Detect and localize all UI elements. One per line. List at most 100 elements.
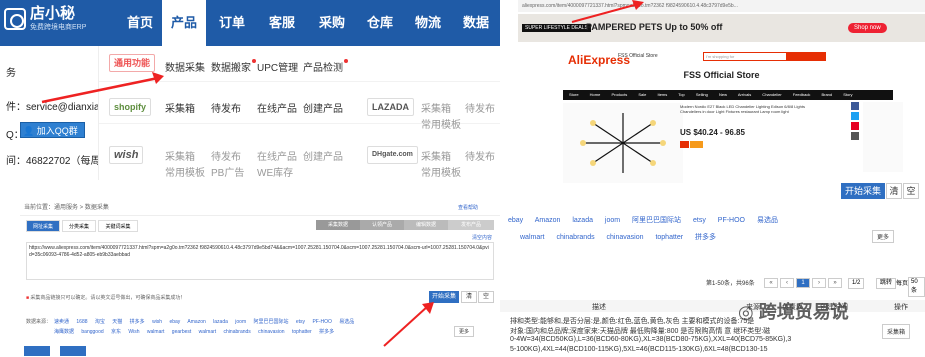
nav-products[interactable]: 产品	[162, 0, 206, 46]
wish-online[interactable]: 在线产品	[257, 148, 297, 163]
clear-button-2[interactable]: 空	[903, 183, 919, 199]
dhgate-templates[interactable]: 常用模板	[421, 164, 461, 179]
platform-list-2[interactable]: 海鹰数据 banggood 京东 Wish walmart gearbest w…	[54, 328, 334, 335]
bottom-button-1[interactable]	[24, 346, 50, 356]
product-title: Modern Nordic E27 Black LED Chandelier L…	[680, 104, 805, 114]
clear-button-1[interactable]: 清	[886, 183, 902, 199]
nav-warehouse[interactable]: 仓库	[358, 0, 402, 46]
page-indicator: 1/2	[848, 278, 865, 289]
nav-service[interactable]: 客服	[260, 0, 304, 46]
clear-button-main-1[interactable]: 清	[461, 291, 477, 303]
nav-data[interactable]: 数据	[454, 0, 498, 46]
bottom-button-2[interactable]	[60, 346, 86, 356]
wish-collect-box[interactable]: 采集箱	[165, 148, 195, 163]
menu-upc[interactable]: UPC管理	[257, 59, 298, 74]
time-line: 间：46822702（每周三	[6, 156, 111, 167]
product-tags	[680, 141, 704, 148]
clear-button-main-2[interactable]: 空	[478, 291, 494, 303]
chandelier-image	[580, 113, 666, 173]
page-first[interactable]: «	[764, 278, 778, 288]
lazada-collect-box[interactable]: 采集箱	[421, 100, 451, 115]
wechat-icon: ◎	[738, 302, 759, 322]
platform-row-2[interactable]: walmart chinabrands chinavasion tophatte…	[520, 232, 716, 242]
nav-purchase[interactable]: 采购	[310, 0, 354, 46]
shopify-create[interactable]: 创建产品	[303, 100, 343, 115]
shopify-pending[interactable]: 待发布	[211, 100, 241, 115]
search-button[interactable]	[786, 52, 826, 61]
qq-icon: 👤	[23, 126, 37, 136]
product-price: US $40.24 - 96.85	[680, 128, 745, 137]
facebook-icon[interactable]	[851, 102, 859, 110]
wish-pb-ads[interactable]: PB广告	[211, 164, 244, 179]
col-actions: 操作	[894, 304, 908, 311]
logo-subtitle: 免费跨境电商ERP	[30, 24, 87, 31]
top-nav-bar: 店小秘 免费跨境电商ERP 首页 产品 订单 客服 采购 仓库 物流 数据	[0, 0, 500, 46]
dhgate-pending[interactable]: 待发布	[465, 148, 495, 163]
tab-url-collect[interactable]: 网址采集	[26, 220, 60, 232]
sidebar-fragment: 务	[6, 68, 16, 79]
dhgate-collect-box[interactable]: 采集箱	[421, 148, 451, 163]
page-current[interactable]: 1	[796, 278, 810, 288]
wish-create[interactable]: 创建产品	[303, 148, 343, 163]
menu-data-move[interactable]: 数据搬家	[211, 59, 256, 74]
watermark: ◎ 跨境贸易说	[738, 298, 849, 324]
twitter-icon[interactable]	[851, 112, 859, 120]
pointer-arrow-3	[383, 302, 434, 347]
nav-home[interactable]: 首页	[118, 0, 162, 46]
shopify-online[interactable]: 在线产品	[257, 100, 297, 115]
collect-page-panel: 当前位置：通用服务 > 数据采集 查看帮助 网址采集 分类采集 关键词采集 采集…	[20, 200, 500, 357]
more-dropdown-2[interactable]: 更多	[872, 230, 895, 243]
start-collect-button[interactable]: 开始采集	[841, 183, 885, 199]
page-prev[interactable]: ‹	[780, 278, 794, 288]
pointer-arrow-2	[571, 0, 644, 23]
page-next[interactable]: ›	[812, 278, 826, 288]
row-desc-3: 0-4W=34(BCD50KG),L=36(BCD60-80KG),XL=38(…	[510, 336, 792, 343]
deals-badge: SUPER LIFESTYLE DEALS	[522, 24, 591, 32]
more-share-icon[interactable]	[851, 132, 859, 140]
platform-list-1[interactable]: 速卖通 1688 淘宝 天猫 拼多多 wish ebay Amazon laza…	[54, 318, 354, 325]
menu-data-collection[interactable]: 数据采集	[165, 59, 205, 74]
menu-product-check-label: 产品检测	[303, 63, 343, 74]
platform-row-1[interactable]: ebay Amazon lazada joom 阿里巴巴国际站 etsy PF-…	[508, 215, 778, 225]
wish-we-stock[interactable]: WE库存	[257, 164, 293, 179]
new-dot-icon	[252, 59, 256, 63]
help-link[interactable]: 查看帮助	[458, 204, 478, 211]
contact-sidebar: 务 件：service@dianxiaomi Q： 间：46822702（每周三	[0, 46, 116, 180]
more-dropdown[interactable]: 更多	[454, 326, 475, 337]
clear-content-link[interactable]: 清空内容	[472, 234, 492, 241]
logo[interactable]: 店小秘 免费跨境电商ERP	[4, 6, 86, 32]
share-icons	[851, 102, 859, 140]
related-product[interactable]	[863, 102, 903, 172]
nav-logistics[interactable]: 物流	[406, 0, 450, 46]
row-desc-2: 对象:国内和总品牌;深度家来:天猫品牌 最低购降量:800 是否限购高情 意 继…	[510, 328, 771, 335]
tag-red	[680, 141, 690, 148]
row-desc-4: 5-100KG),4XL=44(BCD100-115KG),5XL=46(BCD…	[510, 346, 768, 353]
store-nav[interactable]: Store Home Products Sale Items Top Selli…	[563, 90, 893, 100]
collect-box-panel: ebay Amazon lazada joom 阿里巴巴国际站 etsy PF-…	[500, 210, 925, 357]
lazada-pending[interactable]: 待发布	[465, 100, 495, 115]
step-publish: 发布产品	[448, 220, 494, 230]
wish-pending[interactable]: 待发布	[211, 148, 241, 163]
products-dropdown: 通用功能 数据采集 数据搬家 UPC管理 产品检测 shopify 采集箱 待发…	[98, 46, 500, 180]
step-claim: 认领产品	[360, 220, 404, 230]
join-qq-group-button[interactable]: 👤 加入QQ群	[20, 122, 85, 138]
product-image[interactable]	[563, 103, 683, 183]
page-last[interactable]: »	[828, 278, 842, 288]
pinterest-icon[interactable]	[851, 122, 859, 130]
tab-category-collect[interactable]: 分类采集	[62, 220, 96, 232]
per-page-select[interactable]: 50条	[908, 277, 925, 297]
url-textarea[interactable]: https://www.aliexpress.com/item/40000977…	[26, 242, 494, 280]
store-title: FSS Official Store	[683, 70, 760, 80]
shop-now-button[interactable]: Shop now	[848, 23, 887, 33]
collect-box-menu-item[interactable]: 采集箱	[882, 324, 911, 339]
jump-button[interactable]: 跳转	[876, 278, 897, 289]
wish-templates[interactable]: 常用模板	[165, 164, 205, 179]
dhgate-logo: DHgate.com	[367, 146, 418, 164]
aliexpress-panel: aliexpress.com/item/4000097721337.html?s…	[518, 0, 925, 210]
lazada-templates[interactable]: 常用模板	[421, 116, 461, 131]
lazada-logo: LAZADA	[367, 98, 414, 116]
new-dot-icon	[344, 59, 348, 63]
tab-keyword-collect[interactable]: 关键词采集	[98, 220, 138, 232]
nav-orders[interactable]: 订单	[210, 0, 254, 46]
menu-product-check[interactable]: 产品检测	[303, 59, 348, 74]
